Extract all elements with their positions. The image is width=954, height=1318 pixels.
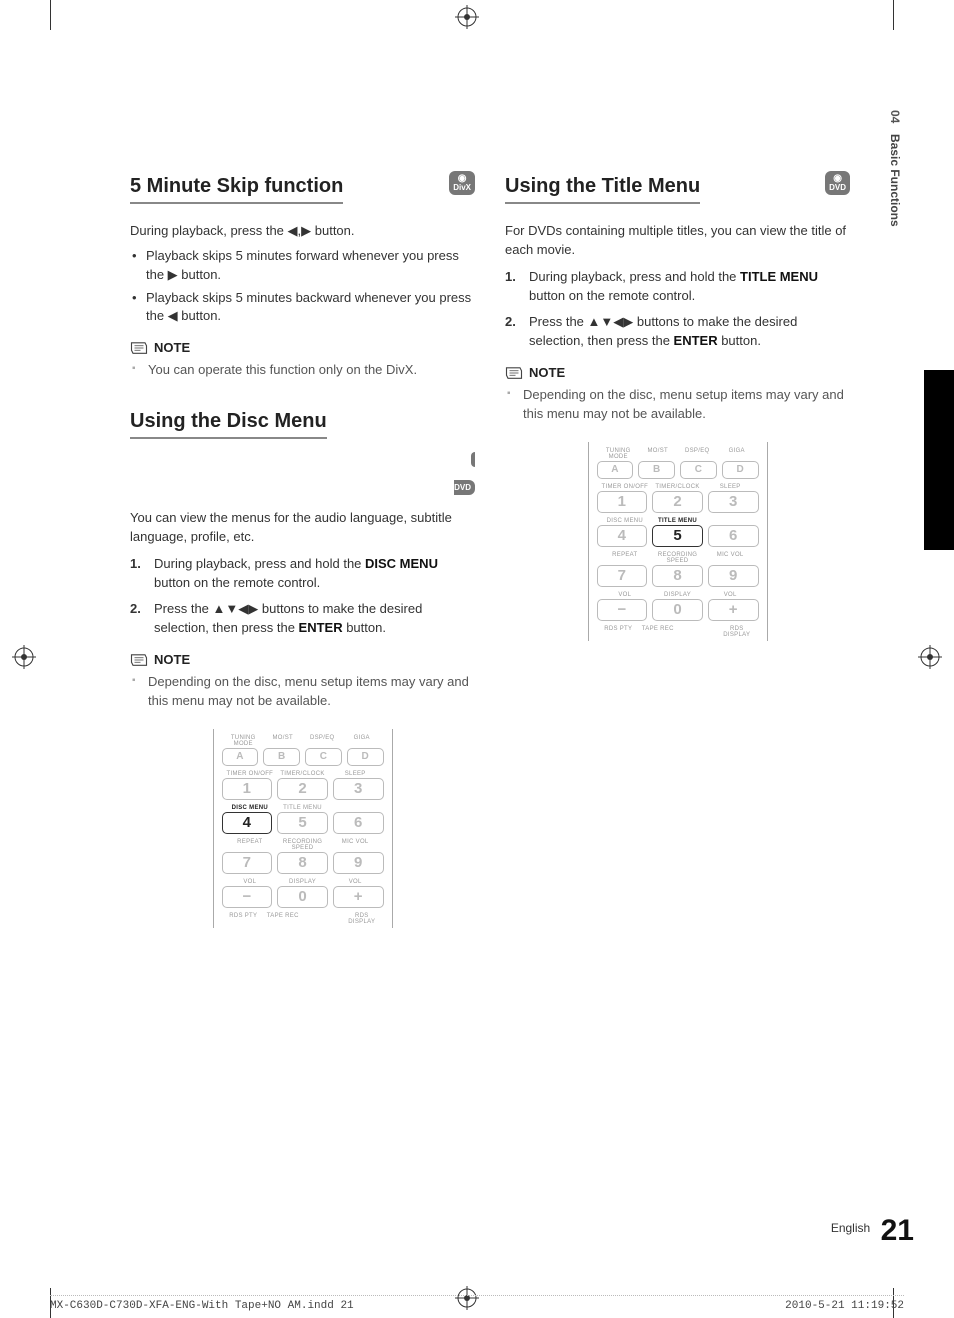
remote-button: 5 — [652, 525, 703, 547]
note-heading: NOTE — [505, 365, 850, 380]
remote-button: − — [597, 599, 648, 621]
remote-illustration-disc-menu: TUNING MODEMO/STDSP/EQGIGAABCDTIMER ON/O… — [130, 729, 475, 928]
section-disc-menu: Using the Disc Menu DVD You can view the… — [130, 410, 475, 928]
remote-button: 6 — [708, 525, 759, 547]
registration-mark-icon — [455, 5, 479, 29]
chapter-title: Basic Functions — [888, 134, 902, 227]
step-item: 1.During playback, press and hold the TI… — [505, 268, 850, 306]
note-item: You can operate this function only on th… — [130, 361, 475, 380]
remote-button: + — [333, 886, 384, 908]
remote-button: A — [222, 748, 259, 766]
footer-language: English — [831, 1221, 870, 1235]
remote-button: 2 — [652, 491, 703, 513]
remote-button: B — [263, 748, 300, 766]
step-item: 2.Press the ▲▼◀▶ buttons to make the des… — [505, 313, 850, 351]
section-5min-skip: 5 Minute Skip function DivX During playb… — [130, 175, 475, 380]
page-footer: English 21 — [831, 1214, 914, 1248]
step-text: Press the ▲▼◀▶ buttons to make the desir… — [529, 314, 797, 348]
remote-button: 9 — [708, 565, 759, 587]
remote-button: 4 — [222, 812, 273, 834]
note-heading: NOTE — [130, 340, 475, 355]
remote-button: C — [680, 461, 717, 479]
remote-button: 9 — [333, 852, 384, 874]
crop-mark — [893, 0, 894, 30]
remote-button: A — [597, 461, 634, 479]
registration-mark-icon — [918, 645, 942, 669]
remote-illustration-title-menu: TUNING MODEMO/STDSP/EQGIGAABCDTIMER ON/O… — [505, 442, 850, 641]
remote-button: 4 — [597, 525, 648, 547]
section-heading: Using the Disc Menu — [130, 410, 327, 439]
note-icon — [130, 341, 148, 355]
step-text: Press the ▲▼◀▶ buttons to make the desir… — [154, 601, 422, 635]
intro-text: During playback, press the ◀,▶ button. — [130, 222, 475, 241]
note-icon — [505, 366, 523, 380]
section-title-menu: Using the Title Menu DVD For DVDs contai… — [505, 175, 850, 641]
chapter-number: 04 — [888, 110, 902, 123]
remote-button: 2 — [277, 778, 328, 800]
remote-button: B — [638, 461, 675, 479]
remote-button: 1 — [222, 778, 273, 800]
bullet-item: Playback skips 5 minutes forward wheneve… — [130, 247, 475, 285]
crop-mark — [50, 0, 51, 30]
remote-button: 3 — [333, 778, 384, 800]
step-item: 2.Press the ▲▼◀▶ buttons to make the des… — [130, 600, 475, 638]
remote-button: 7 — [222, 852, 273, 874]
remote-button: 8 — [277, 852, 328, 874]
indd-timestamp: 2010-5-21 11:19:52 — [785, 1300, 904, 1312]
remote-button: D — [722, 461, 759, 479]
indd-file: MX-C630D-C730D-XFA-ENG-With Tape+NO AM.i… — [50, 1300, 354, 1312]
footer-page-number: 21 — [881, 1214, 914, 1247]
step-item: 1.During playback, press and hold the DI… — [130, 555, 475, 593]
note-heading: NOTE — [130, 652, 475, 667]
divx-badge-icon: DivX — [449, 171, 475, 195]
remote-button: + — [708, 599, 759, 621]
registration-mark-icon — [12, 645, 36, 669]
remote-button: C — [305, 748, 342, 766]
intro-text: For DVDs containing multiple titles, you… — [505, 222, 850, 260]
remote-button: 1 — [597, 491, 648, 513]
remote-button: D — [347, 748, 384, 766]
note-label: NOTE — [154, 652, 190, 667]
section-heading: 5 Minute Skip function — [130, 175, 343, 204]
thumb-index-bar — [924, 370, 954, 550]
left-column: 5 Minute Skip function DivX During playb… — [130, 175, 475, 938]
note-item: Depending on the disc, menu setup items … — [130, 673, 475, 711]
step-text: During playback, press and hold the TITL… — [529, 269, 818, 303]
dvd-badge-icon: DVD — [130, 452, 475, 495]
remote-button: 3 — [708, 491, 759, 513]
note-label: NOTE — [154, 340, 190, 355]
bullet-item: Playback skips 5 minutes backward whenev… — [130, 289, 475, 327]
section-heading: Using the Title Menu — [505, 175, 700, 204]
note-label: NOTE — [529, 365, 565, 380]
right-column: Using the Title Menu DVD For DVDs contai… — [505, 175, 850, 938]
remote-button: 6 — [333, 812, 384, 834]
step-text: During playback, press and hold the DISC… — [154, 556, 438, 590]
note-item: Depending on the disc, menu setup items … — [505, 386, 850, 424]
prepress-slug: MX-C630D-C730D-XFA-ENG-With Tape+NO AM.i… — [50, 1295, 904, 1312]
chapter-side-tab: 04 Basic Functions — [888, 110, 916, 232]
note-icon — [130, 653, 148, 667]
dvd-badge-icon: DVD — [825, 171, 850, 195]
remote-button: 5 — [277, 812, 328, 834]
remote-button: − — [222, 886, 273, 908]
remote-button: 0 — [652, 599, 703, 621]
remote-button: 8 — [652, 565, 703, 587]
remote-button: 7 — [597, 565, 648, 587]
page-content: 5 Minute Skip function DivX During playb… — [130, 175, 850, 938]
intro-text: You can view the menus for the audio lan… — [130, 509, 475, 547]
remote-button: 0 — [277, 886, 328, 908]
